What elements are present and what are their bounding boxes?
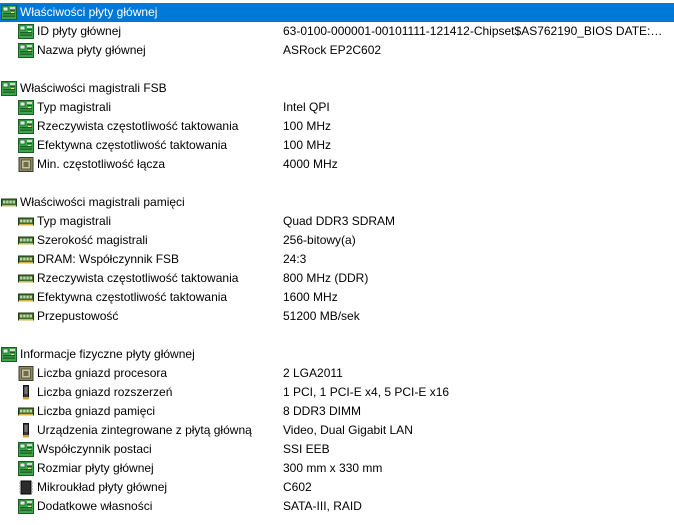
chipset-icon: [18, 480, 34, 495]
expansion-card-icon: [18, 423, 34, 438]
property-row[interactable]: Urządzenia zintegrowane z płytą główną Vi…: [0, 421, 674, 440]
property-label: Liczba gniazd rozszerzeń: [37, 385, 173, 399]
property-row[interactable]: Szerokość magistrali 256-bitowy(a): [0, 231, 674, 250]
property-row[interactable]: Efektywna częstotliwość taktowania 1600 M…: [0, 288, 674, 307]
property-value: Quad DDR3 SDRAM: [283, 214, 396, 228]
property-label: Efektywna częstotliwość taktowania: [37, 138, 228, 152]
motherboard-icon: [1, 81, 17, 96]
property-label: Rzeczywista częstotliwość taktowania: [37, 271, 239, 285]
property-row[interactable]: Liczba gniazd procesora 2 LGA2011: [0, 364, 674, 383]
cpu-chip-icon: [18, 366, 34, 381]
expansion-card-icon: [18, 385, 34, 400]
property-value: 63-0100-000001-00101111-121412-Chipset$A…: [283, 24, 663, 38]
property-label: Przepustowość: [37, 309, 119, 323]
motherboard-icon: [1, 5, 17, 20]
property-value: Intel QPI: [283, 100, 330, 114]
section-title: Właściwości magistrali FSB: [20, 81, 167, 95]
memory-icon: [18, 404, 34, 419]
property-row[interactable]: Min. częstotliwość łącza 4000 MHz: [0, 155, 674, 174]
property-value: 4000 MHz: [283, 157, 338, 171]
property-label: Urządzenia zintegrowane z płytą główną: [37, 423, 252, 437]
property-row[interactable]: ID płyty głównej 63-0100-000001-00101111-…: [0, 22, 674, 41]
property-label: Dodatkowe własności: [37, 499, 153, 513]
property-value: SSI EEB: [283, 442, 330, 456]
property-label: Typ magistrali: [37, 100, 112, 114]
property-row[interactable]: Przepustowość 51200 MB/sek: [0, 307, 674, 326]
property-value: 24:3: [283, 252, 307, 266]
property-row[interactable]: DRAM: Współczynnik FSB 24:3: [0, 250, 674, 269]
property-value: 1600 MHz: [283, 290, 338, 304]
property-row[interactable]: Liczba gniazd pamięci 8 DDR3 DIMM: [0, 402, 674, 421]
motherboard-icon: [18, 43, 34, 58]
property-value: 256-bitowy(a): [283, 233, 356, 247]
property-label: Mikroukład płyty głównej: [37, 480, 168, 494]
property-row[interactable]: Efektywna częstotliwość taktowania 100 MH…: [0, 136, 674, 155]
motherboard-icon: [18, 138, 34, 153]
property-label: Szerokość magistrali: [37, 233, 148, 247]
property-value: 100 MHz: [283, 138, 332, 152]
property-row[interactable]: Liczba gniazd rozszerzeń 1 PCI, 1 PCI-E x…: [0, 383, 674, 402]
section-header[interactable]: Właściwości płyty głównej: [0, 3, 674, 22]
motherboard-icon: [18, 461, 34, 476]
section-title: Właściwości płyty głównej: [20, 5, 158, 19]
property-label: Nazwa płyty głównej: [37, 43, 146, 57]
property-value: C602: [283, 480, 312, 494]
property-value: Video, Dual Gigabit LAN: [283, 423, 413, 437]
motherboard-icon: [18, 119, 34, 134]
property-row[interactable]: Typ magistrali Intel QPI: [0, 98, 674, 117]
property-value: 100 MHz: [283, 119, 332, 133]
property-row[interactable]: Mikroukład płyty głównej C602: [0, 478, 674, 497]
property-label: Min. częstotliwość łącza: [37, 157, 166, 171]
property-label: Współczynnik postaci: [37, 442, 152, 456]
property-label: ID płyty głównej: [37, 24, 122, 38]
property-value: 2 LGA2011: [283, 366, 343, 380]
property-value: 800 MHz (DDR): [283, 271, 369, 285]
motherboard-icon: [18, 100, 34, 115]
property-row[interactable]: Dodatkowe własności SATA-III, RAID: [0, 497, 674, 516]
memory-icon: [1, 195, 17, 210]
property-label: Liczba gniazd pamięci: [37, 404, 156, 418]
memory-icon: [18, 309, 34, 324]
memory-icon: [18, 290, 34, 305]
property-row[interactable]: Rzeczywista częstotliwość taktowania 800 …: [0, 269, 674, 288]
motherboard-icon: [18, 499, 34, 514]
property-label: Typ magistrali: [37, 214, 112, 228]
property-label: Rzeczywista częstotliwość taktowania: [37, 119, 239, 133]
motherboard-icon: [1, 347, 17, 362]
motherboard-icon: [18, 442, 34, 457]
property-value: ASRock EP2C602: [283, 43, 382, 57]
property-value: 300 mm x 330 mm: [283, 461, 383, 475]
section-header[interactable]: Właściwości magistrali pamięci: [0, 193, 674, 212]
memory-icon: [18, 233, 34, 248]
property-value: SATA-III, RAID: [283, 499, 362, 513]
property-value: 51200 MB/sek: [283, 309, 360, 323]
property-label: Rozmiar płyty głównej: [37, 461, 154, 475]
memory-icon: [18, 252, 34, 267]
section-title: Właściwości magistrali pamięci: [20, 195, 185, 209]
property-label: Liczba gniazd procesora: [37, 366, 168, 380]
property-label: DRAM: Współczynnik FSB: [37, 252, 180, 266]
section-header[interactable]: Właściwości magistrali FSB: [0, 79, 674, 98]
property-row[interactable]: Typ magistrali Quad DDR3 SDRAM: [0, 212, 674, 231]
memory-icon: [18, 214, 34, 229]
cpu-chip-icon: [18, 157, 34, 172]
property-label: Efektywna częstotliwość taktowania: [37, 290, 228, 304]
property-value: 1 PCI, 1 PCI-E x4, 5 PCI-E x16: [283, 385, 450, 399]
property-row[interactable]: Współczynnik postaci SSI EEB: [0, 440, 674, 459]
property-row[interactable]: Rzeczywista częstotliwość taktowania 100 …: [0, 117, 674, 136]
section-title: Informacje fizyczne płyty głównej: [20, 347, 195, 361]
motherboard-icon: [18, 24, 34, 39]
property-value: 8 DDR3 DIMM: [283, 404, 362, 418]
property-row[interactable]: Nazwa płyty głównej ASRock EP2C602: [0, 41, 674, 60]
section-header[interactable]: Informacje fizyczne płyty głównej: [0, 345, 674, 364]
property-row[interactable]: Rozmiar płyty głównej 300 mm x 330 mm: [0, 459, 674, 478]
memory-icon: [18, 271, 34, 286]
